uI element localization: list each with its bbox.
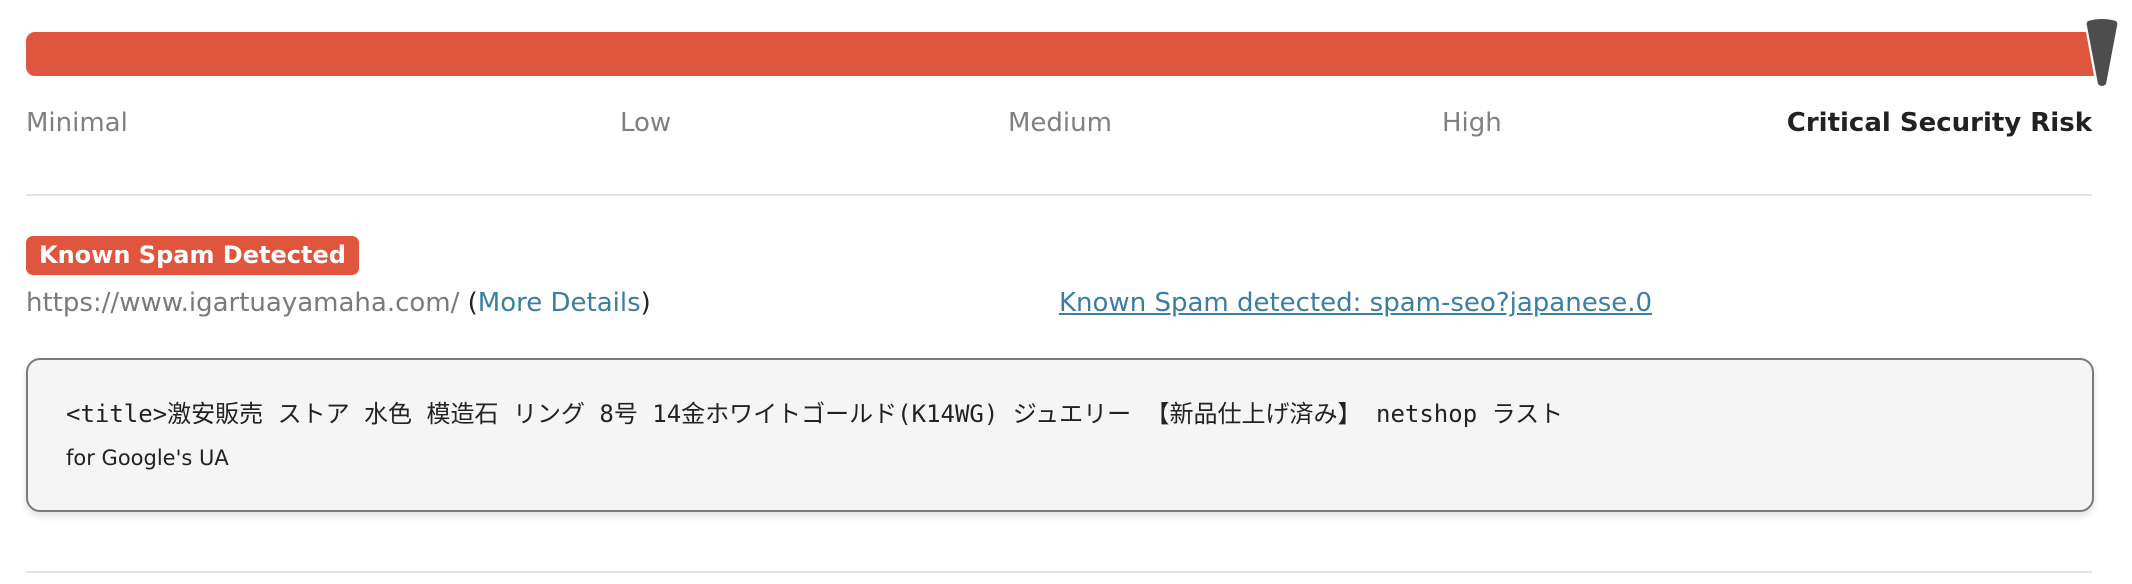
risk-label-high: High	[1442, 108, 1502, 138]
section-divider	[26, 194, 2092, 196]
risk-label-low: Low	[620, 108, 672, 138]
scanned-url-line: https://www.igartuayamaha.com/ (More Det…	[26, 288, 651, 318]
scanned-url: https://www.igartuayamaha.com/	[26, 288, 460, 318]
risk-scale-labels: Minimal Low Medium High Critical Securit…	[26, 108, 2092, 144]
open-paren: (	[467, 288, 478, 318]
risk-label-critical: Critical Security Risk	[1786, 108, 2092, 138]
close-paren: )	[640, 288, 651, 318]
more-details-link[interactable]: More Details	[478, 288, 641, 318]
spam-signature-link[interactable]: Known Spam detected: spam-seo?japanese.0	[1059, 288, 1652, 318]
user-agent-note: for Google's UA	[66, 446, 229, 470]
spam-code-snippet: <title>激安販売 ストア 水色 模造石 リング 8号 14金ホワイトゴール…	[66, 400, 1564, 428]
spam-evidence-box: <title>激安販売 ストア 水色 模造石 リング 8号 14金ホワイトゴール…	[26, 358, 2094, 512]
risk-needle-icon	[2086, 19, 2118, 86]
risk-meter	[26, 18, 2126, 88]
risk-label-minimal: Minimal	[26, 108, 128, 138]
risk-level-bar	[26, 32, 2094, 76]
bottom-divider	[26, 571, 2092, 573]
known-spam-badge: Known Spam Detected	[26, 236, 359, 275]
risk-label-medium: Medium	[1008, 108, 1112, 138]
